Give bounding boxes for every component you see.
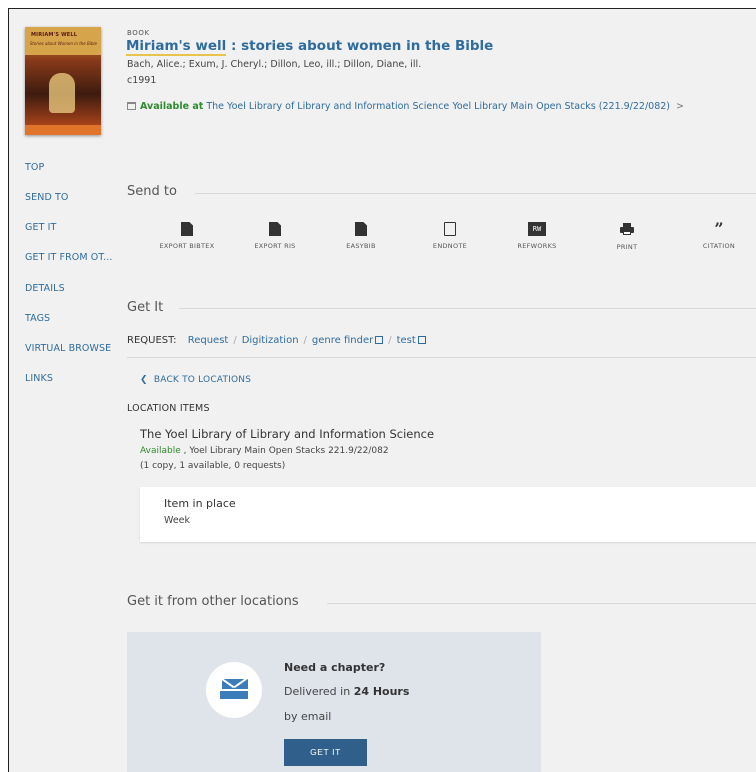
back-to-locations-link[interactable]: ❮ BACK TO LOCATIONS	[140, 375, 251, 385]
item-card[interactable]: Item in place Week	[140, 487, 756, 542]
availability-location[interactable]: Yoel Library Main Open Stacks (221.9/22/…	[452, 101, 670, 112]
location-items-label: LOCATION ITEMS	[127, 403, 210, 414]
other-locations-heading: Get it from other locations	[127, 594, 299, 609]
send-to-actions: EXPORT BIBTEX EXPORT RIS EASYBIB ENDNOTE…	[127, 219, 756, 262]
quote-icon: ”	[714, 219, 724, 238]
nav-links[interactable]: LINKS	[25, 373, 53, 384]
location-name: The Yoel Library of Library and Informat…	[140, 427, 435, 441]
item-policy: Week	[164, 515, 191, 526]
endnote-button[interactable]: ENDNOTE	[410, 222, 490, 250]
nav-virtual-browse[interactable]: VIRTUAL BROWSE	[25, 343, 111, 354]
chevron-left-icon: ❮	[140, 375, 154, 385]
location-copies: (1 copy, 1 available, 0 requests)	[140, 461, 286, 471]
request-row: REQUEST: Request / Digitization / genre find…	[127, 335, 426, 346]
envelope-icon	[220, 679, 248, 699]
title-highlight[interactable]: Miriam's well	[126, 38, 227, 56]
easybib-button[interactable]: EASYBIB	[321, 222, 401, 250]
nav-get-it[interactable]: GET IT	[25, 222, 56, 233]
genre-finder-link[interactable]: genre finder	[312, 335, 384, 346]
print-button[interactable]: PRINT	[587, 222, 667, 251]
nav-send-to[interactable]: SEND TO	[25, 192, 68, 203]
location-status: Available	[140, 446, 181, 456]
send-to-heading: Send to	[127, 184, 177, 199]
envelope-badge	[206, 662, 262, 718]
print-icon	[620, 223, 634, 235]
refworks-button[interactable]: RW REFWORKS	[497, 222, 577, 250]
get-it-heading: Get It	[127, 300, 164, 315]
card-delivery: Delivered in 24 Hours	[284, 685, 410, 698]
export-ris-button[interactable]: EXPORT RIS	[235, 222, 315, 250]
nav-details[interactable]: DETAILS	[25, 283, 65, 294]
availability-line[interactable]: Available at The Yoel Library of Library…	[127, 101, 684, 112]
nav-top[interactable]: TOP	[25, 162, 44, 173]
card-title: Need a chapter?	[284, 661, 386, 674]
book-cover-image[interactable]: MIRIAM'S WELL Stories about Women in the…	[25, 27, 101, 135]
external-link-icon	[417, 336, 426, 344]
nav-tags[interactable]: TAGS	[25, 313, 50, 324]
item-status: Item in place	[164, 497, 236, 510]
request-link[interactable]: Request	[188, 335, 229, 346]
record-page: MIRIAM'S WELL Stories about Women in the…	[8, 8, 756, 772]
availability-status: Available at	[140, 101, 204, 112]
chapter-request-card: Need a chapter? Delivered in 24 Hours by…	[127, 632, 541, 772]
title-rest[interactable]: : stories about women in the Bible	[226, 38, 493, 54]
get-it-rule	[179, 308, 756, 309]
card-delivery-method: by email	[284, 710, 332, 723]
refworks-icon: RW	[528, 222, 546, 236]
location-availability: Available , Yoel Library Main Open Stack…	[140, 446, 389, 456]
external-link-icon	[375, 336, 384, 344]
cover-subtitle: Stories about Women in the Bible	[29, 41, 97, 46]
book-icon	[127, 102, 136, 110]
request-label: REQUEST:	[127, 335, 177, 346]
record-date: c1991	[127, 75, 157, 86]
bibtex-icon	[181, 222, 193, 236]
export-bibtex-button[interactable]: EXPORT BIBTEX	[147, 222, 227, 250]
cover-title: MIRIAM'S WELL	[31, 32, 78, 38]
ris-icon	[269, 222, 281, 236]
nav-get-it-from-other[interactable]: GET IT FROM OT...	[25, 252, 112, 263]
record-title[interactable]: Miriam's well : stories about women in t…	[126, 38, 493, 56]
endnote-icon	[444, 222, 456, 236]
other-locations-rule	[327, 603, 756, 604]
location-detail: , Yoel Library Main Open Stacks 221.9/22…	[180, 446, 389, 456]
easybib-icon	[355, 222, 367, 236]
request-divider	[127, 357, 756, 358]
chevron-right-icon[interactable]: >	[676, 101, 684, 112]
digitization-link[interactable]: Digitization	[242, 335, 299, 346]
get-it-button[interactable]: GET IT	[284, 739, 367, 766]
test-link[interactable]: test	[397, 335, 426, 346]
send-to-rule	[195, 193, 756, 194]
record-type: BOOK	[127, 29, 150, 37]
availability-library[interactable]: The Yoel Library of Library and Informat…	[206, 101, 449, 112]
record-authors: Bach, Alice.; Exum, J. Cheryl.; Dillon, …	[127, 59, 422, 70]
citation-button[interactable]: ” CITATION	[679, 219, 756, 251]
delivery-time: 24 Hours	[353, 685, 410, 698]
